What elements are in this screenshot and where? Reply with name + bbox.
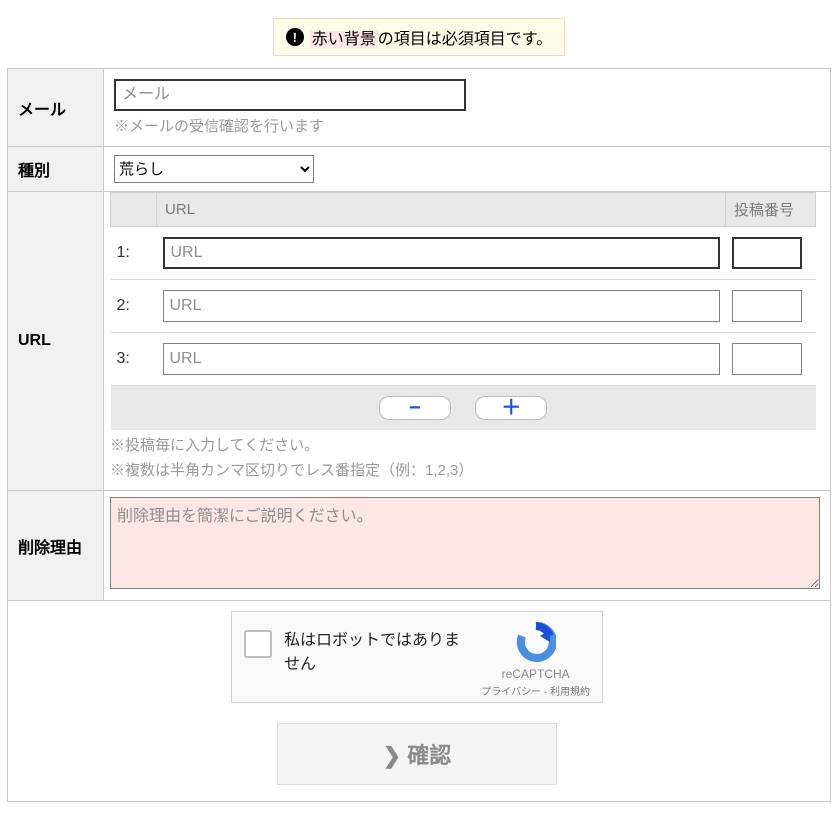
postno-input-2[interactable] [732, 290, 802, 322]
recaptcha-checkbox[interactable] [244, 630, 272, 658]
url-input-1[interactable] [163, 237, 720, 269]
chevron-right-icon: ❯ [383, 743, 401, 768]
url-row: 3: [111, 333, 816, 386]
recaptcha-brand: reCAPTCHA [481, 667, 590, 681]
recaptcha-label: 私はロボットではありません [284, 622, 469, 674]
label-type: 種別 [8, 147, 104, 192]
recaptcha-privacy-link[interactable]: プライバシー [481, 687, 541, 698]
url-row-num: 2: [111, 280, 157, 333]
email-field[interactable] [114, 79, 466, 111]
postno-input-1[interactable] [732, 237, 802, 269]
form-table: メール ※メールの受信確認を行います 種別 荒らし URL [7, 68, 831, 802]
add-row-button[interactable]: ＋ [475, 396, 547, 420]
type-select[interactable]: 荒らし [114, 155, 314, 183]
url-col-postno: 投稿番号 [726, 193, 816, 227]
info-icon: ! [286, 28, 304, 46]
url-col-num [111, 193, 157, 227]
url-hint-2: ※複数は半角カンマ区切りでレス番指定（例：1,2,3） [110, 459, 816, 480]
url-row-num: 3: [111, 333, 157, 386]
url-hint-1: ※投稿毎に入力してください。 [110, 434, 816, 455]
notice-prefix: 赤い背景 [310, 31, 378, 48]
label-reason: 削除理由 [8, 491, 104, 601]
submit-button[interactable]: ❯確認 [277, 723, 557, 785]
required-notice: ! 赤い背景の項目は必須項目です。 [273, 18, 565, 56]
url-col-url: URL [157, 193, 726, 227]
url-row: 1: [111, 227, 816, 280]
recaptcha-terms-link[interactable]: 利用規約 [550, 687, 590, 698]
url-input-2[interactable] [163, 290, 720, 322]
url-row: 2: [111, 280, 816, 333]
recaptcha-icon [516, 622, 556, 662]
reason-textarea[interactable] [110, 497, 820, 589]
url-input-3[interactable] [163, 343, 720, 375]
recaptcha-box: 私はロボットではありません reCAPTCHA プライバシー - 利用規約 [231, 611, 603, 703]
url-table: URL 投稿番号 1: 2: [110, 192, 816, 430]
label-url: URL [8, 192, 104, 491]
notice-suffix: の項目は必須項目です。 [378, 31, 552, 48]
label-email: メール [8, 69, 104, 147]
url-row-num: 1: [111, 227, 157, 280]
remove-row-button[interactable]: − [379, 396, 451, 420]
postno-input-3[interactable] [732, 343, 802, 375]
email-hint: ※メールの受信確認を行います [114, 115, 816, 136]
url-button-row: − ＋ [111, 386, 816, 431]
